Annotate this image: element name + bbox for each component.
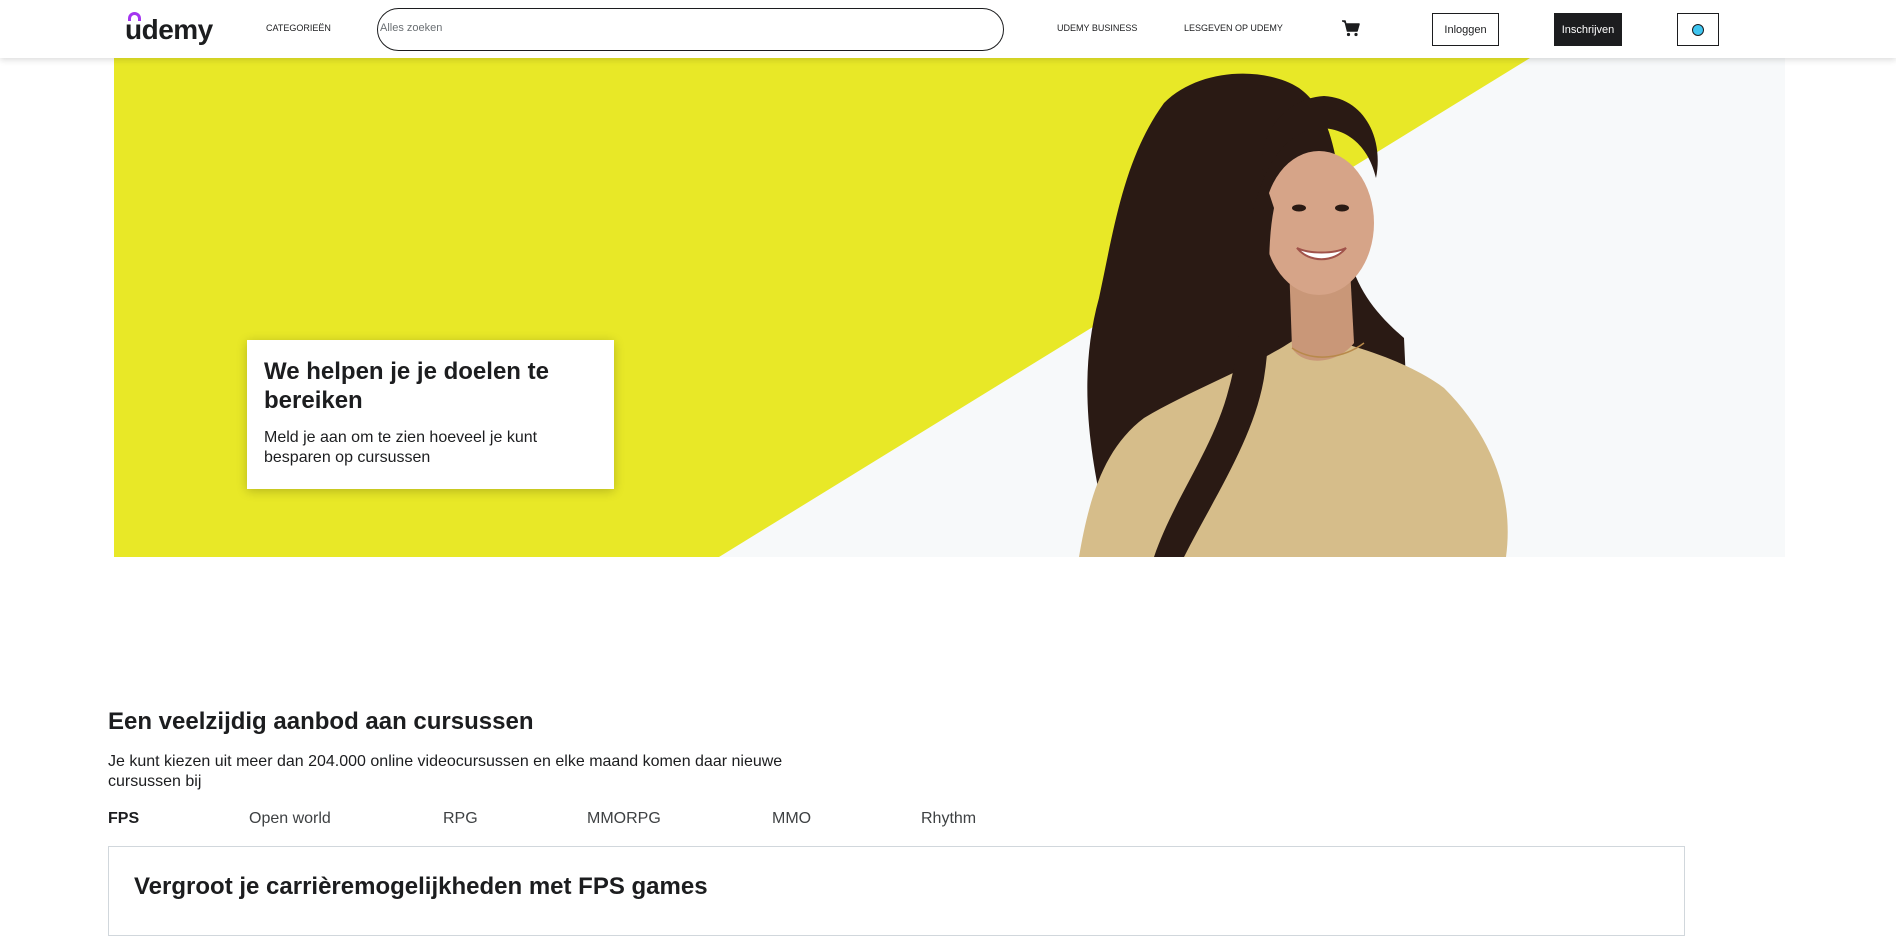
teach-on-udemy-link[interactable]: LESGEVEN OP UDEMY [1184, 23, 1283, 33]
categories-menu[interactable]: CATEGORIEËN [266, 23, 331, 33]
login-button[interactable]: Inloggen [1432, 13, 1499, 46]
cart-icon[interactable] [1341, 19, 1361, 37]
tab-rhythm[interactable]: Rhythm [921, 810, 976, 828]
tab-rpg[interactable]: RPG [443, 810, 478, 828]
tab-mmorpg[interactable]: MMORPG [587, 810, 661, 828]
tab-open-world[interactable]: Open world [249, 810, 331, 828]
courses-section-title: Een veelzijdig aanbod aan cursussen [108, 708, 534, 735]
hero-banner: We helpen je je doelen te bereiken Meld … [114, 58, 1785, 557]
hero-subtitle: Meld je aan om te zien hoeveel je kunt b… [264, 429, 538, 466]
course-category-panel: Vergroot je carrièremogelijkheden met FP… [108, 846, 1685, 936]
course-panel-title: Vergroot je carrièremogelijkheden met FP… [134, 873, 708, 900]
language-button[interactable] [1677, 13, 1719, 46]
udemy-business-link[interactable]: UDEMY BUSINESS [1057, 23, 1137, 33]
top-navbar: udemy CATEGORIEËN UDEMY BUSINESS LESGEVE… [0, 0, 1896, 58]
hero-title: We helpen je je doelen te bereiken [264, 358, 549, 414]
globe-icon [1692, 23, 1704, 36]
tab-mmo[interactable]: MMO [772, 810, 811, 828]
signup-button[interactable]: Inschrijven [1554, 13, 1622, 46]
search-bar[interactable] [377, 8, 1004, 51]
courses-section-subtitle: Je kunt kiezen uit meer dan 204.000 onli… [108, 753, 783, 790]
logo-text: udemy [125, 14, 213, 45]
tab-fps[interactable]: FPS [108, 810, 139, 828]
udemy-logo[interactable]: udemy [125, 12, 213, 46]
search-input[interactable] [380, 22, 980, 34]
hero-card: We helpen je je doelen te bereiken Meld … [247, 340, 614, 489]
